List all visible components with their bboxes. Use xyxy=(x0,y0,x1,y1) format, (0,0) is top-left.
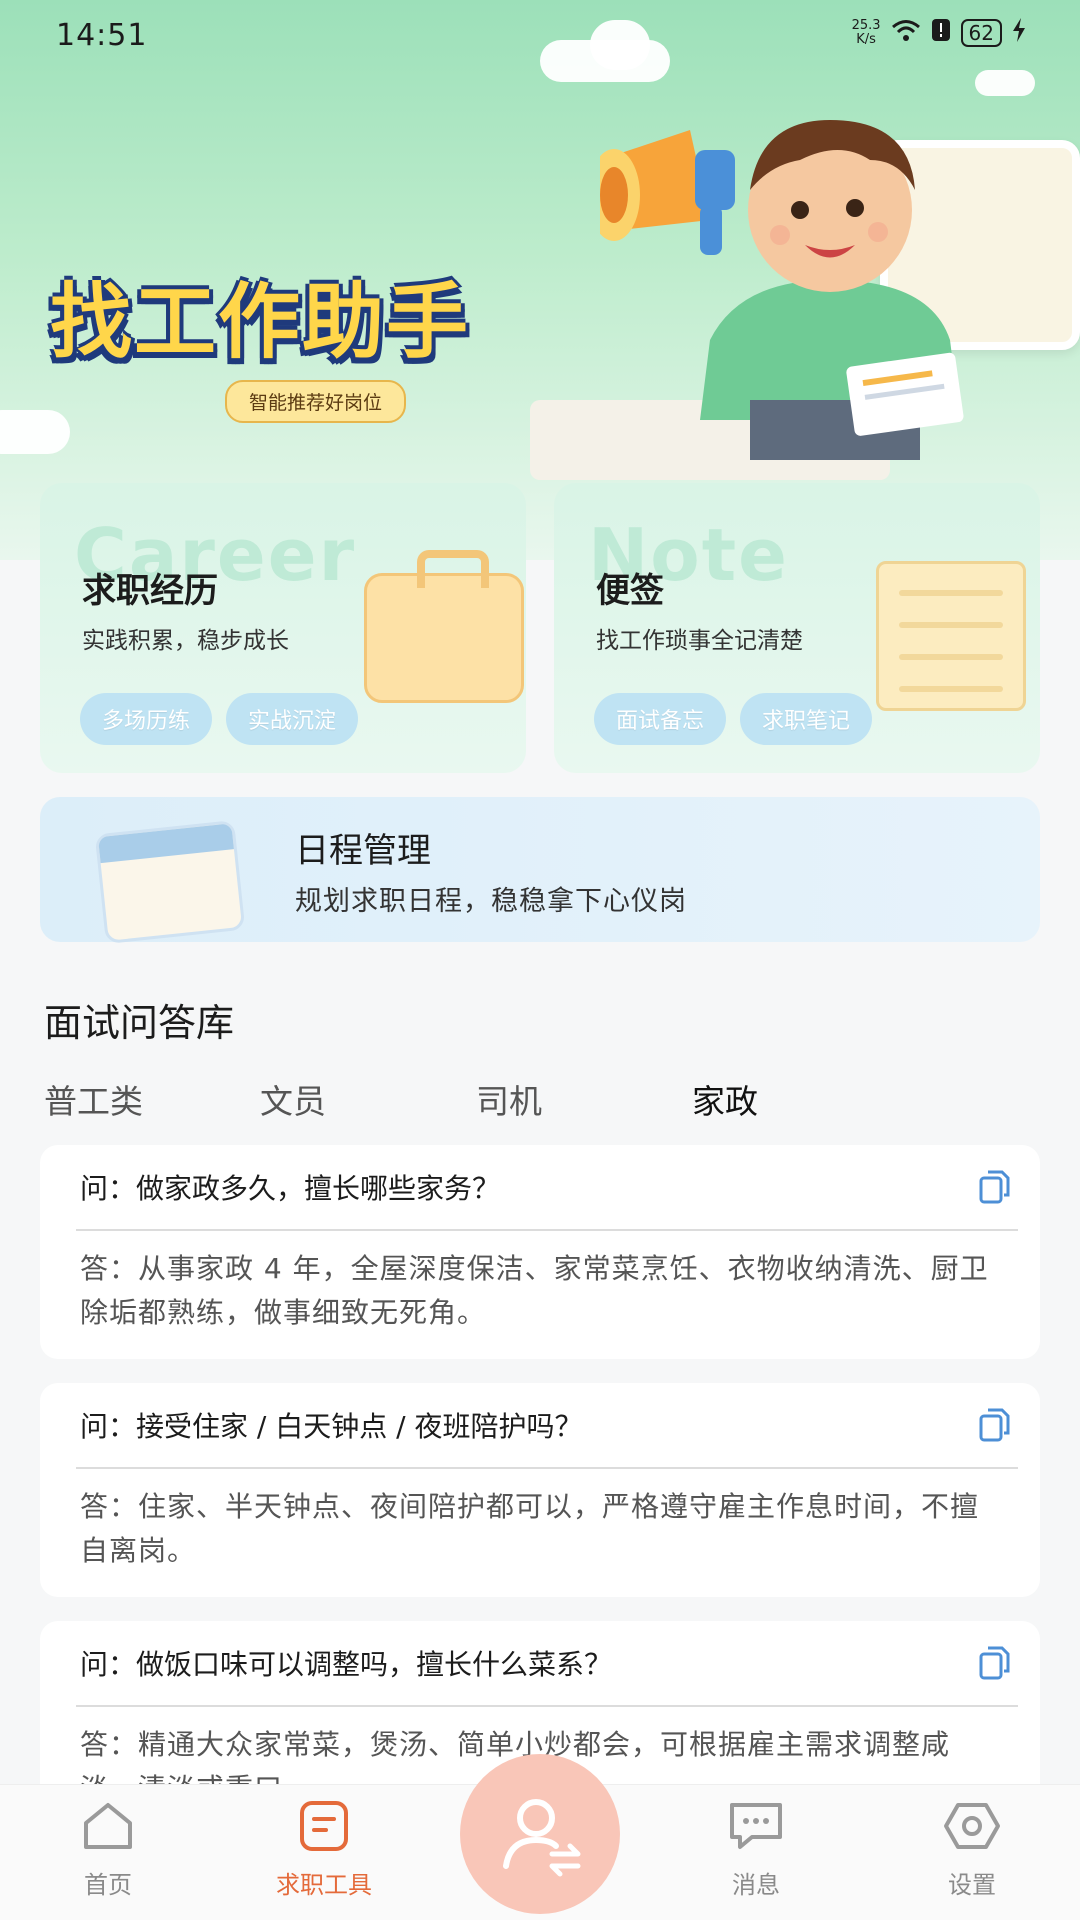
battery-indicator: 62 xyxy=(960,19,1002,47)
app-screen: 14:51 25.3 K/s 62 at5j 找工作助手 智能推荐好岗位 xyxy=(0,0,1080,1920)
nav-messages-label: 消息 xyxy=(732,1871,780,1899)
tab-clerk[interactable]: 文员 xyxy=(260,1075,476,1123)
nav-settings[interactable]: 设置 xyxy=(892,1799,1052,1900)
hero-subtitle: 智能推荐好岗位 xyxy=(225,380,407,423)
settings-icon xyxy=(944,1803,1000,1849)
copy-icon[interactable] xyxy=(976,1407,1012,1443)
charging-icon xyxy=(1012,18,1026,48)
network-speed: 25.3 K/s xyxy=(851,18,881,47)
tab-general-worker[interactable]: 普工类 xyxy=(44,1075,260,1123)
cloud-decoration xyxy=(590,20,650,70)
qa-answer: 答：住家、半天钟点、夜间陪护都可以，严格遵守雇主作息时间，不擅自离岗。 xyxy=(80,1490,980,1567)
category-tabs: 普工类 文员 司机 家政 xyxy=(44,1075,908,1123)
cloud-decoration xyxy=(0,410,70,454)
career-tag[interactable]: 实战沉淀 xyxy=(226,693,359,745)
status-time: 14:51 xyxy=(56,18,148,53)
schedule-title: 日程管理 xyxy=(295,831,431,871)
schedule-subtitle: 规划求职日程，稳稳拿下心仪岗 xyxy=(295,886,687,917)
note-tags: 面试备忘 求职笔记 xyxy=(594,693,873,745)
career-card[interactable]: Career 求职经历 实践积累，稳步成长 多场历练 实战沉淀 xyxy=(40,483,526,773)
job-tools-icon xyxy=(300,1801,348,1851)
career-subtitle: 实践积累，稳步成长 xyxy=(82,628,289,654)
nav-home-label: 首页 xyxy=(84,1871,132,1899)
note-title: 便签 xyxy=(596,571,664,611)
qa-divider xyxy=(76,1229,1018,1231)
qa-card: 问：做家政多久，擅长哪些家务？ 答：从事家政 4 年，全屋深度保洁、家常菜烹饪、… xyxy=(40,1145,1040,1359)
qa-divider xyxy=(76,1705,1018,1707)
job-match-center-button[interactable] xyxy=(460,1754,620,1914)
career-tag[interactable]: 多场历练 xyxy=(80,693,213,745)
status-icons: 25.3 K/s 62 xyxy=(852,18,1026,48)
hero-banner: 14:51 25.3 K/s 62 at5j 找工作助手 智能推荐好岗位 xyxy=(0,0,1080,560)
career-title: 求职经历 xyxy=(82,571,218,611)
schedule-card[interactable]: 日程管理 规划求职日程，稳稳拿下心仪岗 xyxy=(40,797,1040,945)
wifi-icon xyxy=(891,18,921,48)
career-tags: 多场历练 实战沉淀 xyxy=(80,693,359,745)
copy-icon[interactable] xyxy=(976,1645,1012,1681)
note-paper-icon xyxy=(876,561,1026,711)
mascot-illustration xyxy=(600,120,964,460)
copy-icon[interactable] xyxy=(976,1169,1012,1205)
qa-answer: 答：从事家政 4 年，全屋深度保洁、家常菜烹饪、衣物收纳清洗、厨卫除垢都熟练，做… xyxy=(80,1252,989,1329)
note-tag[interactable]: 面试备忘 xyxy=(594,693,727,745)
note-subtitle: 找工作琐事全记清楚 xyxy=(596,628,803,654)
note-card[interactable]: Note 便签 找工作琐事全记清楚 面试备忘 求职笔记 xyxy=(554,483,1040,773)
qa-question: 问：接受住家 / 白天钟点 / 夜班陪护吗？ xyxy=(80,1410,583,1443)
briefcase-icon xyxy=(364,550,524,703)
hero-title: 找工作助手 xyxy=(50,275,471,370)
qa-divider xyxy=(76,1467,1018,1469)
user-switch-icon xyxy=(503,1799,581,1877)
nav-job-tools[interactable]: 求职工具 xyxy=(244,1799,404,1900)
tab-housekeeping[interactable]: 家政 xyxy=(692,1075,908,1123)
nav-messages[interactable]: 消息 xyxy=(676,1799,836,1900)
nav-job-tools-label: 求职工具 xyxy=(276,1871,372,1899)
qa-question: 问：做饭口味可以调整吗，擅长什么菜系？ xyxy=(80,1648,613,1681)
section-title: 面试问答库 xyxy=(44,1001,235,1045)
qa-card: 问：接受住家 / 白天钟点 / 夜班陪护吗？ 答：住家、半天钟点、夜间陪护都可以… xyxy=(40,1383,1040,1597)
calendar-icon xyxy=(94,819,246,945)
qa-question: 问：做家政多久，擅长哪些家务？ xyxy=(80,1172,501,1205)
home-icon xyxy=(84,1803,132,1849)
tab-driver[interactable]: 司机 xyxy=(476,1075,692,1123)
nav-home[interactable]: 首页 xyxy=(28,1799,188,1900)
note-tag[interactable]: 求职笔记 xyxy=(740,693,873,745)
alert-icon xyxy=(931,18,951,48)
message-icon xyxy=(730,1803,782,1849)
nav-settings-label: 设置 xyxy=(948,1871,996,1899)
